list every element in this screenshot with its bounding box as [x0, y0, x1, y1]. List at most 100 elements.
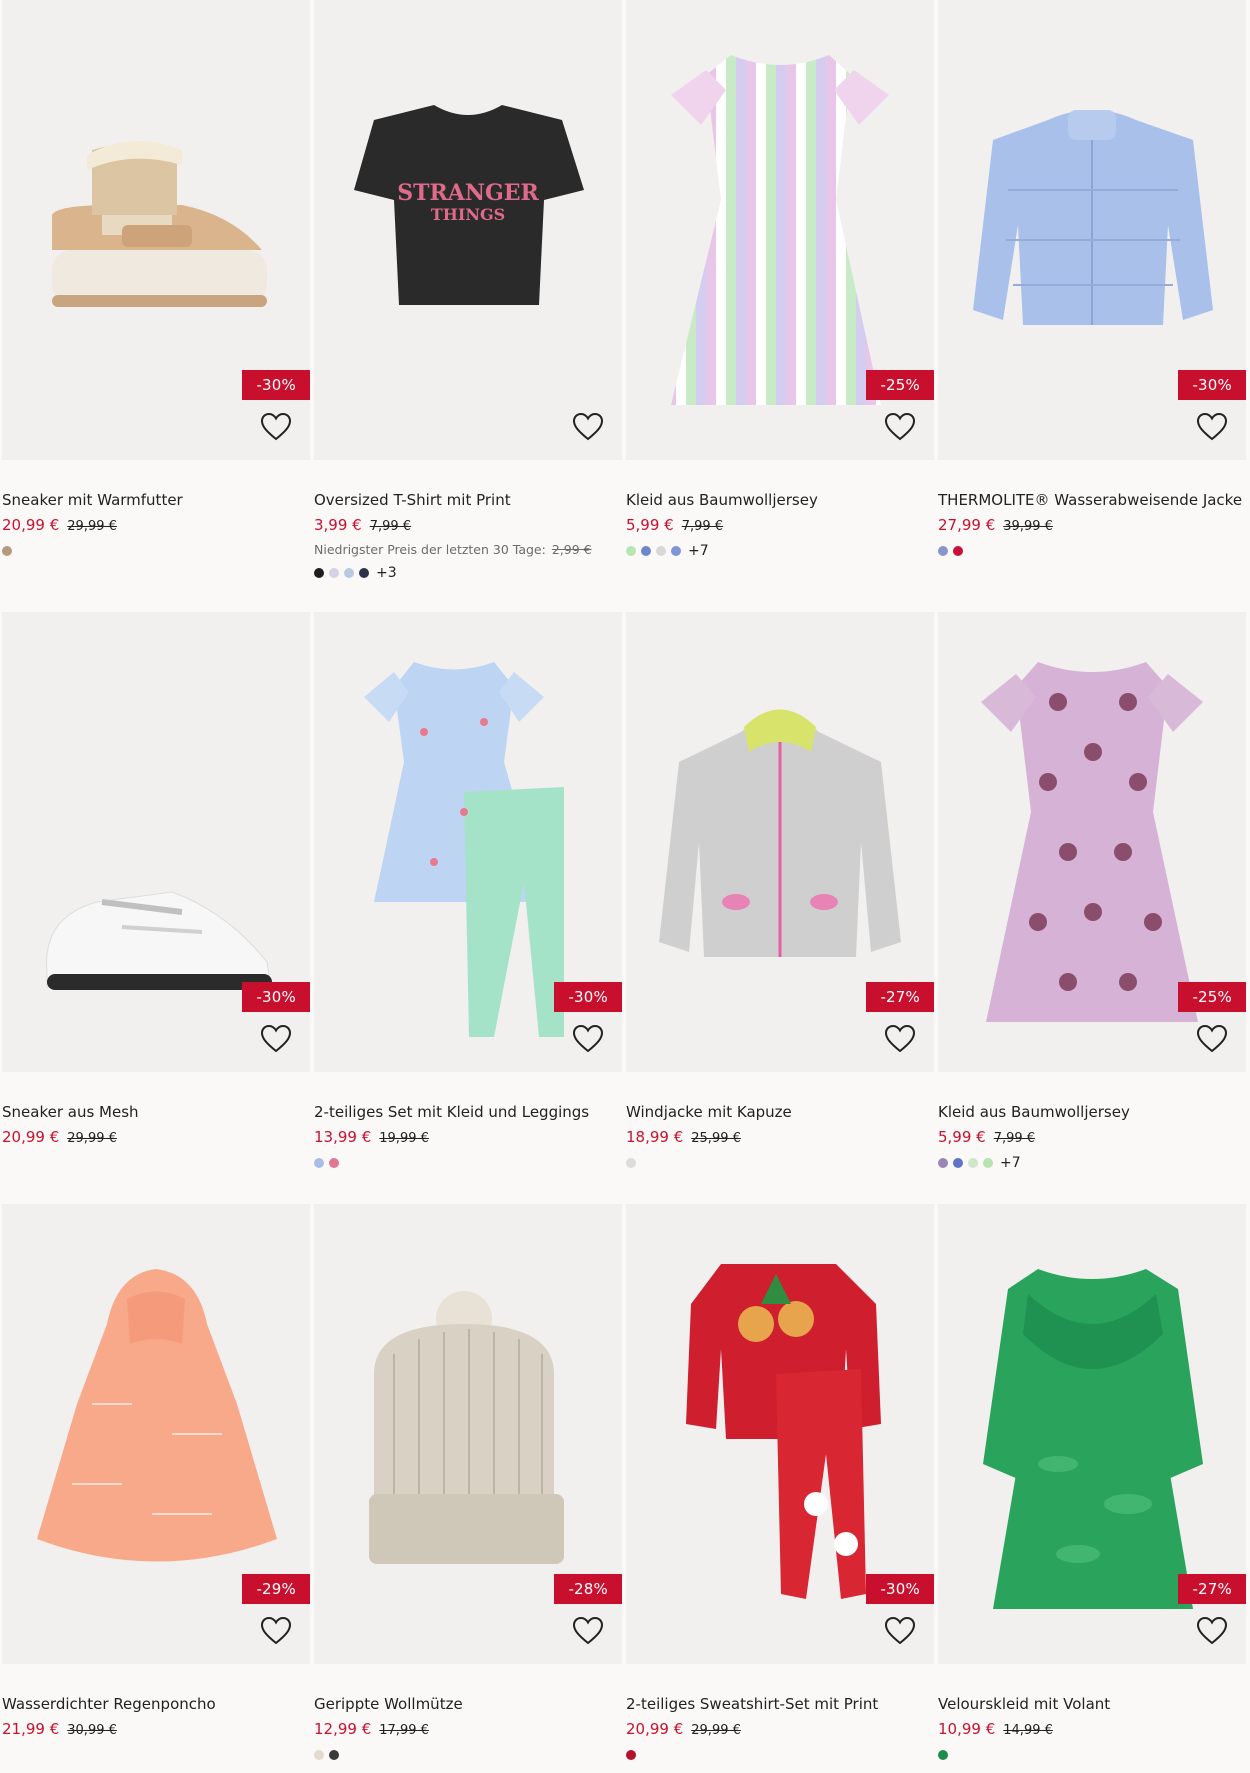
- color-swatches: [314, 1156, 622, 1170]
- color-swatch[interactable]: [314, 568, 324, 578]
- color-swatch[interactable]: [938, 1750, 948, 1760]
- discount-badge: -27%: [866, 982, 934, 1012]
- sale-price: 3,99 €: [314, 516, 362, 534]
- color-swatches: [626, 1156, 934, 1170]
- color-swatch[interactable]: [344, 568, 354, 578]
- product-title[interactable]: Wasserdichter Regenponcho: [2, 1694, 310, 1714]
- product-info: Windjacke mit Kapuze 18,99 € 25,99 €: [626, 1072, 934, 1170]
- color-swatch[interactable]: [968, 1158, 978, 1168]
- product-image[interactable]: -25%: [938, 612, 1246, 1072]
- product-photo: STRANGERTHINGS: [354, 105, 584, 305]
- original-price: 7,99 €: [681, 519, 724, 534]
- color-swatches: +3: [314, 566, 622, 580]
- more-colors-count[interactable]: +7: [688, 544, 709, 558]
- sale-price: 10,99 €: [938, 1720, 996, 1738]
- product-card[interactable]: -25% Kleid aus Baumwolljersey 5,99 € 7,99…: [626, 0, 934, 558]
- color-swatch[interactable]: [626, 546, 636, 556]
- lowest-price-label: Niedrigster Preis der letzten 30 Tage:: [314, 542, 546, 557]
- product-title[interactable]: THERMOLITE® Wasserabweisende Jacke: [938, 490, 1246, 510]
- more-colors-count[interactable]: +7: [1000, 1156, 1021, 1170]
- product-title[interactable]: 2-teiliges Set mit Kleid und Leggings: [314, 1102, 622, 1122]
- product-title[interactable]: Sneaker mit Warmfutter: [2, 490, 310, 510]
- favorite-heart-icon[interactable]: [1196, 412, 1228, 442]
- color-swatch[interactable]: [314, 1750, 324, 1760]
- favorite-heart-icon[interactable]: [260, 1024, 292, 1054]
- product-image[interactable]: -28%: [314, 1204, 622, 1664]
- original-price: 25,99 €: [691, 1131, 741, 1146]
- product-image[interactable]: -29%: [2, 1204, 310, 1664]
- color-swatch[interactable]: [656, 546, 666, 556]
- color-swatch[interactable]: [671, 546, 681, 556]
- color-swatch[interactable]: [953, 1158, 963, 1168]
- product-title[interactable]: Velourskleid mit Volant: [938, 1694, 1246, 1714]
- favorite-heart-icon[interactable]: [572, 1024, 604, 1054]
- product-card[interactable]: -27% Windjacke mit Kapuze 18,99 € 25,99 €: [626, 612, 934, 1170]
- product-image[interactable]: -30%: [2, 0, 310, 460]
- product-title[interactable]: Oversized T-Shirt mit Print: [314, 490, 622, 510]
- product-card[interactable]: -25% Kleid aus Baumwolljersey 5,99 € 7,99…: [938, 612, 1246, 1170]
- favorite-heart-icon[interactable]: [572, 1616, 604, 1646]
- more-colors-count[interactable]: +3: [376, 566, 397, 580]
- product-title[interactable]: Windjacke mit Kapuze: [626, 1102, 934, 1122]
- product-image[interactable]: -30%: [626, 1204, 934, 1664]
- product-card[interactable]: -29% Wasserdichter Regenponcho 21,99 € 30…: [2, 1204, 310, 1762]
- product-image[interactable]: -27%: [626, 612, 934, 1072]
- original-price: 7,99 €: [369, 519, 412, 534]
- color-swatch[interactable]: [314, 1158, 324, 1168]
- color-swatches: [314, 1748, 622, 1762]
- product-grid: -30% Sneaker mit Warmfutter 20,99 € 29,99…: [0, 0, 1250, 1773]
- sale-price: 20,99 €: [626, 1720, 684, 1738]
- product-card[interactable]: -30% THERMOLITE® Wasserabweisende Jacke …: [938, 0, 1246, 558]
- product-title[interactable]: Kleid aus Baumwolljersey: [938, 1102, 1246, 1122]
- product-info: 2-teiliges Sweatshirt-Set mit Print 20,9…: [626, 1664, 934, 1762]
- product-card[interactable]: -27% Velourskleid mit Volant 10,99 € 14,9…: [938, 1204, 1246, 1762]
- color-swatch[interactable]: [329, 1158, 339, 1168]
- color-swatch[interactable]: [938, 1158, 948, 1168]
- favorite-heart-icon[interactable]: [884, 412, 916, 442]
- color-swatches: +7: [938, 1156, 1246, 1170]
- color-swatch[interactable]: [626, 1750, 636, 1760]
- color-swatch[interactable]: [641, 546, 651, 556]
- favorite-heart-icon[interactable]: [1196, 1024, 1228, 1054]
- product-info: THERMOLITE® Wasserabweisende Jacke 27,99…: [938, 460, 1246, 558]
- color-swatch[interactable]: [953, 546, 963, 556]
- price-row: 10,99 € 14,99 €: [938, 1720, 1246, 1740]
- product-title[interactable]: 2-teiliges Sweatshirt-Set mit Print: [626, 1694, 934, 1714]
- product-card[interactable]: -30% 2-teiliges Set mit Kleid und Leggin…: [314, 612, 622, 1170]
- product-card[interactable]: STRANGER THINGS Oversized T-Shirt mit Pri…: [314, 0, 622, 580]
- color-swatch[interactable]: [359, 568, 369, 578]
- color-swatch[interactable]: [329, 568, 339, 578]
- original-price: 39,99 €: [1003, 519, 1053, 534]
- product-image[interactable]: STRANGER THINGS: [314, 0, 622, 460]
- product-card[interactable]: -30% Sneaker mit Warmfutter 20,99 € 29,99…: [2, 0, 310, 558]
- color-swatch[interactable]: [983, 1158, 993, 1168]
- color-swatch[interactable]: [329, 1750, 339, 1760]
- favorite-heart-icon[interactable]: [884, 1616, 916, 1646]
- product-card[interactable]: -28% Gerippte Wollmütze 12,99 € 17,99 €: [314, 1204, 622, 1762]
- favorite-heart-icon[interactable]: [572, 412, 604, 442]
- color-swatch[interactable]: [2, 546, 12, 556]
- favorite-heart-icon[interactable]: [260, 412, 292, 442]
- favorite-heart-icon[interactable]: [1196, 1616, 1228, 1646]
- color-swatches: [2, 1748, 310, 1762]
- product-card[interactable]: -30% 2-teiliges Sweatshirt-Set mit Print…: [626, 1204, 934, 1762]
- product-title[interactable]: Sneaker aus Mesh: [2, 1102, 310, 1122]
- color-swatches: [938, 544, 1246, 558]
- product-image[interactable]: -30%: [938, 0, 1246, 460]
- price-row: 21,99 € 30,99 €: [2, 1720, 310, 1740]
- product-image[interactable]: -30%: [314, 612, 622, 1072]
- product-image[interactable]: -27%: [938, 1204, 1246, 1664]
- color-swatch[interactable]: [938, 546, 948, 556]
- product-card[interactable]: -30% Sneaker aus Mesh 20,99 € 29,99 €: [2, 612, 310, 1170]
- discount-badge: -27%: [1178, 1574, 1246, 1604]
- favorite-heart-icon[interactable]: [884, 1024, 916, 1054]
- product-title[interactable]: Gerippte Wollmütze: [314, 1694, 622, 1714]
- favorite-heart-icon[interactable]: [260, 1616, 292, 1646]
- product-image[interactable]: -25%: [626, 0, 934, 460]
- product-image[interactable]: -30%: [2, 612, 310, 1072]
- color-swatches: +7: [626, 544, 934, 558]
- color-swatch[interactable]: [626, 1158, 636, 1168]
- price-row: 13,99 € 19,99 €: [314, 1128, 622, 1148]
- product-info: Velourskleid mit Volant 10,99 € 14,99 €: [938, 1664, 1246, 1762]
- product-title[interactable]: Kleid aus Baumwolljersey: [626, 490, 934, 510]
